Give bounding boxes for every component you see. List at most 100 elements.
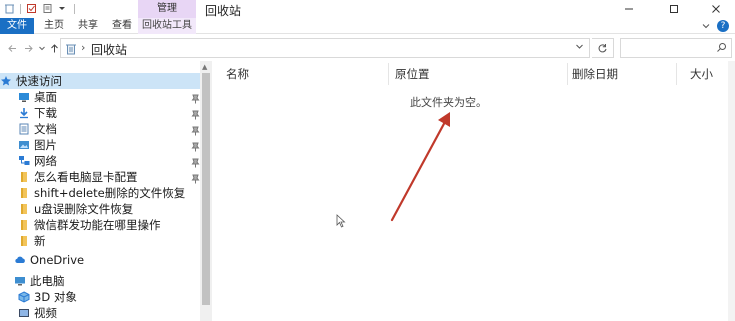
nav-label: 视频 [34, 306, 57, 320]
nav-item-shift-delete-recovery-folder[interactable]: shift+delete删除的文件恢复 [0, 185, 200, 201]
address-bar[interactable]: › 回收站 [60, 38, 590, 58]
3d-objects-icon [18, 291, 30, 303]
nav-label: 此电脑 [30, 274, 65, 288]
window-title: 回收站 [205, 4, 242, 18]
expand-ribbon-icon[interactable] [701, 21, 711, 31]
recent-locations-chevron-icon[interactable] [36, 42, 48, 54]
column-header-original-location[interactable]: 原位置 [395, 66, 430, 82]
scrollbar-thumb[interactable] [202, 73, 210, 305]
properties-icon[interactable] [26, 3, 37, 14]
file-list-pane[interactable]: 名称 原位置 删除日期 大小 此文件夹为空。 [212, 61, 735, 321]
nav-item-usb-recovery-folder[interactable]: u盘误删除文件恢复 [0, 201, 200, 217]
nav-item-network[interactable]: 网络 [0, 153, 200, 169]
pin-icon[interactable] [191, 142, 200, 152]
column-header-name[interactable]: 名称 [226, 66, 249, 82]
nav-label: 图片 [34, 138, 57, 152]
nav-label: OneDrive [30, 253, 85, 267]
annotation-arrow [390, 112, 450, 222]
nav-item-wechat-broadcast-folder[interactable]: 微信群发功能在哪里操作 [0, 217, 200, 233]
tab-recycle-bin-tools[interactable]: 回收站工具 [138, 18, 196, 34]
nav-item-new-folder[interactable]: 新 [0, 233, 200, 249]
nav-onedrive[interactable]: OneDrive [0, 252, 200, 268]
breadcrumb-recycle-bin[interactable]: 回收站 [91, 41, 127, 58]
column-divider[interactable] [388, 63, 389, 85]
nav-item-gpu-config-folder[interactable]: 怎么看电脑显卡配置 [0, 169, 200, 185]
nav-label: 怎么看电脑显卡配置 [34, 170, 138, 184]
pin-icon[interactable] [191, 174, 200, 184]
folder-icon [18, 171, 30, 183]
nav-label: 网络 [34, 154, 57, 168]
up-arrow-icon[interactable] [48, 42, 60, 54]
ribbon-tab-bar: 文件 主页 共享 查看 回收站工具 ? [0, 18, 735, 34]
nav-label: shift+delete删除的文件恢复 [34, 186, 186, 200]
tab-file[interactable]: 文件 [0, 18, 34, 34]
tab-view[interactable]: 查看 [106, 18, 138, 34]
nav-quick-access[interactable]: 快速访问 [0, 73, 200, 89]
nav-label: u盘误删除文件恢复 [34, 202, 134, 216]
breadcrumb-chevron-icon[interactable]: › [81, 41, 85, 54]
tab-home[interactable]: 主页 [38, 18, 70, 34]
recycle-bin-app-icon [4, 3, 15, 14]
title-bar: 管理 回收站 [0, 0, 735, 18]
address-history-dropdown-icon[interactable] [575, 42, 584, 54]
maximize-button[interactable] [651, 0, 696, 18]
nav-label: 下载 [34, 106, 57, 120]
manage-contextual-tab[interactable]: 管理 [138, 0, 196, 18]
navigation-pane-scrollbar[interactable]: ▲ [200, 61, 212, 321]
nav-label: 微信群发功能在哪里操作 [34, 218, 161, 232]
close-button[interactable] [696, 0, 735, 18]
network-icon [18, 155, 30, 167]
nav-item-pictures[interactable]: 图片 [0, 137, 200, 153]
pin-icon[interactable] [191, 126, 200, 136]
search-input[interactable] [620, 38, 732, 58]
scroll-up-arrow-icon[interactable]: ▲ [202, 63, 207, 71]
nav-item-desktop[interactable]: 桌面 [0, 89, 200, 105]
recycle-bin-icon [65, 42, 77, 55]
nav-item-downloads[interactable]: 下载 [0, 105, 200, 121]
nav-item-documents[interactable]: 文档 [0, 121, 200, 137]
refresh-button[interactable] [592, 38, 614, 58]
pin-icon[interactable] [191, 94, 200, 104]
pin-icon[interactable] [191, 158, 200, 168]
minimize-icon [624, 8, 633, 10]
nav-label: 新 [34, 234, 46, 248]
column-header-date-deleted[interactable]: 删除日期 [572, 66, 618, 82]
nav-label: 文档 [34, 122, 57, 136]
minimize-button[interactable] [606, 0, 651, 18]
toolbar-separator [74, 3, 75, 14]
forward-arrow-icon[interactable] [22, 42, 34, 54]
search-icon [716, 42, 727, 53]
pin-icon[interactable] [191, 110, 200, 120]
folder-icon [18, 203, 30, 215]
quick-access-toolbar [4, 3, 75, 14]
column-header-size[interactable]: 大小 [690, 66, 713, 82]
new-folder-icon[interactable] [42, 3, 53, 14]
nav-label: 桌面 [34, 90, 57, 104]
address-toolbar: › 回收站 [0, 35, 735, 61]
customize-toolbar-chevron-icon[interactable] [58, 3, 69, 14]
nav-label: 3D 对象 [34, 290, 77, 304]
toolbar-separator [20, 3, 21, 14]
back-arrow-icon[interactable] [6, 42, 18, 54]
nav-this-pc[interactable]: 此电脑 [0, 273, 200, 289]
star-icon [0, 75, 12, 87]
nav-label: 快速访问 [16, 74, 62, 88]
nav-item-3d-objects[interactable]: 3D 对象 [0, 289, 200, 305]
mouse-cursor-icon [336, 214, 346, 228]
column-divider[interactable] [676, 63, 677, 85]
desktop-icon [18, 91, 30, 103]
tab-share[interactable]: 共享 [72, 18, 104, 34]
cloud-icon [14, 254, 26, 266]
download-icon [18, 107, 30, 119]
folder-icon [18, 187, 30, 199]
folder-icon [18, 219, 30, 231]
nav-item-videos[interactable]: 视频 [0, 305, 200, 321]
help-icon[interactable]: ? [717, 20, 729, 32]
folder-icon [18, 235, 30, 247]
pictures-icon [18, 139, 30, 151]
refresh-icon [598, 43, 607, 52]
content-scrollbar-edge [728, 61, 735, 321]
column-divider[interactable] [567, 63, 568, 85]
close-icon [711, 5, 720, 13]
documents-icon [18, 123, 30, 135]
